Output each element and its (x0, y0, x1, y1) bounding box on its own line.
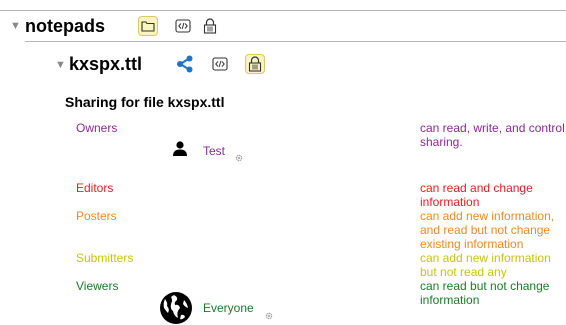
folder-view-button[interactable] (138, 16, 158, 36)
lock-icon (203, 18, 217, 34)
owner-name[interactable]: Test (203, 144, 225, 158)
share-icon (177, 55, 193, 73)
sharing-button-notepads[interactable] (200, 16, 220, 36)
person-icon (173, 141, 187, 156)
role-label-editors: Editors (76, 181, 114, 195)
role-label-owners: Owners (76, 121, 118, 135)
gear-icon[interactable] (235, 154, 243, 162)
folder-title-notepads: notepads (25, 16, 106, 36)
code-icon (175, 19, 191, 33)
globe-icon (160, 292, 192, 324)
folder-icon (141, 21, 155, 32)
gear-icon[interactable] (265, 312, 273, 320)
role-description-owners: can read, write, and control sharing. (420, 121, 565, 149)
collapse-toggle-notepads[interactable]: ▼ (10, 20, 21, 32)
role-description-submitters: can add new information but not read any (420, 251, 551, 279)
sharing-heading: Sharing for file kxspx.ttl (65, 94, 225, 110)
viewer-name[interactable]: Everyone (203, 301, 254, 315)
share-button[interactable] (175, 54, 195, 74)
file-title: kxspx.ttl (69, 54, 143, 74)
collapse-toggle-file[interactable]: ▼ (55, 59, 66, 71)
role-label-posters: Posters (76, 209, 117, 223)
role-label-viewers: Viewers (76, 279, 119, 293)
source-view-button-notepads[interactable] (173, 16, 193, 36)
role-description-posters: can add new information, and read but no… (420, 209, 555, 251)
role-label-submitters: Submitters (76, 251, 134, 265)
lock-icon (248, 56, 262, 72)
source-view-button-file[interactable] (210, 54, 230, 74)
top-divider (0, 10, 566, 11)
code-icon (212, 57, 228, 71)
role-description-viewers: can read but not change information (420, 279, 550, 307)
section-divider (25, 41, 566, 42)
sharing-button-file[interactable] (245, 54, 265, 74)
role-description-editors: can read and change information (420, 181, 533, 209)
